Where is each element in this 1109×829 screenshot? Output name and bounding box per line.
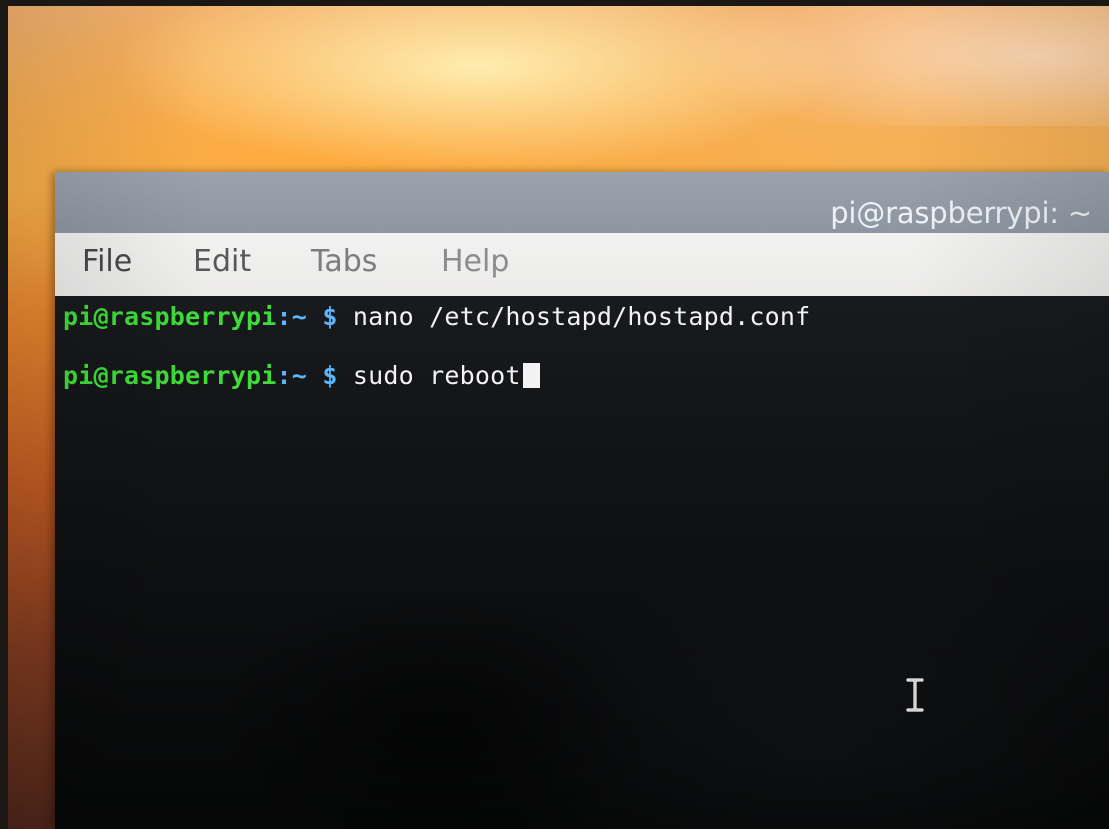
menu-edit[interactable]: Edit (193, 244, 251, 279)
terminal-line: pi@raspberrypi:~ $ nano /etc/hostapd/hos… (63, 300, 810, 334)
prompt-user-host: pi@raspberrypi (63, 361, 277, 390)
window-title-bar[interactable]: pi@raspberrypi: ~ (55, 172, 1109, 233)
prompt-path: ~ (291, 361, 308, 390)
terminal-output[interactable]: pi@raspberrypi:~ $ nano /etc/hostapd/hos… (55, 296, 1109, 829)
command-input[interactable]: sudo reboot (353, 361, 521, 390)
prompt-sign: $ (322, 302, 338, 331)
menu-file[interactable]: File (82, 244, 132, 279)
menu-help[interactable]: Help (441, 244, 509, 279)
prompt-separator: : (276, 361, 292, 390)
menu-bar: File Edit Tabs Help (55, 233, 1109, 297)
terminal-window[interactable]: pi@raspberrypi: ~ File Edit Tabs Help pi… (55, 172, 1109, 829)
menu-tabs[interactable]: Tabs (311, 244, 377, 279)
command-text: nano /etc/hostapd/hostapd.conf (352, 302, 811, 331)
prompt-path: ~ (291, 302, 308, 331)
window-title: pi@raspberrypi: ~ (830, 196, 1092, 230)
photo-background: pi@raspberrypi: ~ File Edit Tabs Help pi… (8, 6, 1109, 829)
terminal-line: pi@raspberrypi:~ $ sudo reboot (63, 359, 540, 393)
prompt-user-host: pi@raspberrypi (63, 302, 277, 331)
sunset-wallpaper-highlight (8, 6, 1109, 126)
prompt-sign: $ (322, 361, 338, 390)
terminal-block-cursor-icon (522, 363, 540, 388)
text-cursor-ibeam-icon (906, 678, 924, 712)
prompt-separator: : (276, 302, 292, 331)
